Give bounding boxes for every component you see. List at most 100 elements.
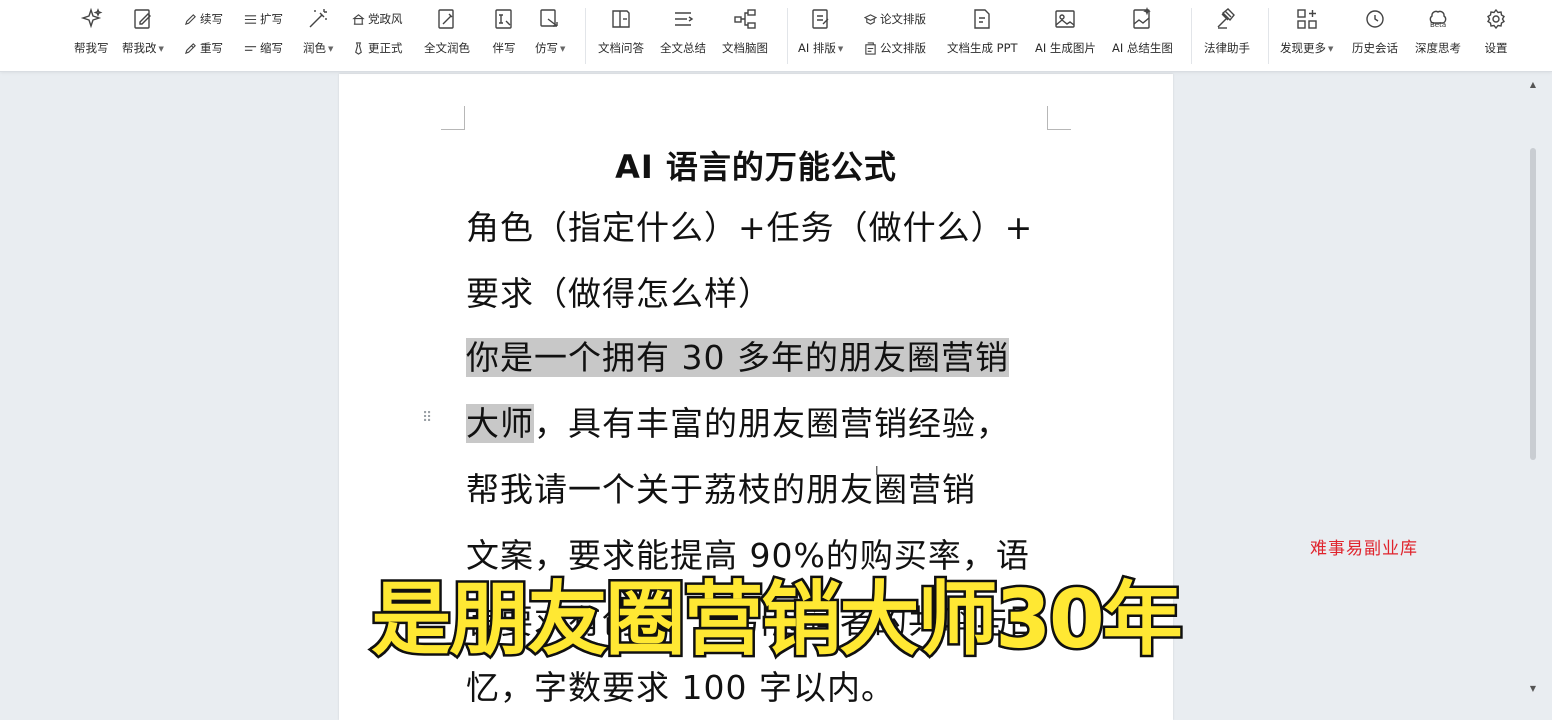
doc-wand-icon (434, 6, 460, 32)
thesis-layout-button[interactable]: 论文排版 (864, 11, 926, 27)
short-lines-icon (244, 45, 257, 51)
text-line: 帮我请一个关于荔枝的朋友圈营销 (466, 470, 976, 509)
discover-more-label: 发现更多 (1280, 41, 1326, 55)
doc-qa-button[interactable]: 文档问答 (598, 6, 644, 55)
book-chat-icon (608, 6, 634, 32)
continue-write-label: 续写 (200, 12, 223, 26)
polish-button[interactable]: 润色 ▼ (303, 6, 333, 56)
ai-image-label: AI 生成图片 (1035, 41, 1096, 55)
scrollbar-thumb[interactable] (1530, 148, 1536, 460)
toolbar-divider (1191, 8, 1192, 64)
page-margin-mark (441, 106, 465, 130)
full-summary-button[interactable]: 全文总结 (660, 6, 706, 55)
history-clock-icon (1362, 6, 1388, 32)
ai-summary-image-label: AI 总结生图 (1112, 41, 1173, 55)
grid-icon (1294, 6, 1320, 32)
selected-text[interactable]: 大师 (466, 404, 534, 443)
legal-assistant-button[interactable]: 法律助手 (1204, 6, 1250, 55)
graduation-cap-icon (864, 13, 877, 25)
summary-lines-icon (670, 6, 696, 32)
vertical-scrollbar[interactable]: ▲ ▼ (1524, 74, 1542, 720)
toolbar-divider (1268, 8, 1269, 64)
deep-think-button[interactable]: Beta 深度思考 (1415, 6, 1461, 55)
beta-badge: Beta (1430, 21, 1447, 29)
imitate-write-button[interactable]: 仿写 ▼ (535, 6, 565, 56)
rewrite-label: 重写 (200, 41, 223, 55)
full-summary-label: 全文总结 (660, 41, 706, 55)
doc-to-ppt-button[interactable]: 文档生成 PPT (947, 6, 1018, 55)
mindmap-icon (732, 6, 758, 32)
help-edit-button[interactable]: 帮我改 ▼ (122, 6, 164, 56)
imitate-write-label: 仿写 (535, 41, 558, 55)
doc-image-icon (1129, 6, 1155, 32)
lines-icon (244, 14, 257, 24)
chevron-down-icon: ▼ (1328, 44, 1334, 53)
text-cursor-icon: I (875, 464, 879, 478)
history-session-button[interactable]: 历史会话 (1352, 6, 1398, 55)
official-layout-button[interactable]: 公文排版 (864, 40, 926, 56)
history-session-label: 历史会话 (1352, 41, 1398, 55)
shorten-label: 缩写 (260, 41, 283, 55)
thesis-layout-label: 论文排版 (880, 12, 926, 26)
deep-think-label: 深度思考 (1415, 41, 1461, 55)
ai-layout-button[interactable]: AI 排版 ▼ (798, 6, 843, 56)
text-line: 角色（指定什么）+任务（做什么）+ (466, 208, 1034, 247)
expand-write-button[interactable]: 扩写 (244, 11, 283, 27)
doc-cursor-icon (491, 6, 517, 32)
video-subtitle: 是朋友圈营销大师30年 (369, 571, 1185, 669)
doc-layout-icon (808, 6, 834, 32)
doc-copy-icon (537, 6, 563, 32)
ai-summary-image-button[interactable]: AI 总结生图 (1112, 6, 1173, 55)
magic-wand-icon (305, 6, 331, 32)
page-margin-mark (1047, 106, 1071, 130)
expand-write-label: 扩写 (260, 12, 283, 26)
help-write-button[interactable]: 帮我写 (74, 6, 109, 55)
pencil-icon (184, 42, 196, 54)
tie-icon (355, 41, 362, 55)
drag-handle-icon[interactable]: ⠿ (422, 411, 434, 432)
settings-button[interactable]: 设置 (1483, 6, 1509, 55)
building-icon (352, 13, 365, 25)
brain-icon: Beta (1425, 6, 1451, 32)
party-style-label: 党政风 (368, 12, 403, 26)
watermark-text: 难事易副业库 (1310, 539, 1418, 559)
help-edit-label: 帮我改 (122, 41, 157, 55)
chevron-down-icon: ▼ (837, 44, 844, 53)
official-layout-label: 公文排版 (880, 41, 926, 55)
chevron-down-icon: ▼ (328, 44, 334, 53)
doc-qa-label: 文档问答 (598, 41, 644, 55)
official-doc-icon (865, 41, 876, 55)
companion-write-button[interactable]: 伴写 (491, 6, 517, 55)
ai-image-button[interactable]: AI 生成图片 (1035, 6, 1096, 55)
more-formal-button[interactable]: 更正式 (352, 40, 403, 56)
text-line: 要求（做得怎么样） (466, 274, 772, 313)
doc-mindmap-label: 文档脑图 (722, 41, 768, 55)
more-formal-label: 更正式 (368, 41, 403, 55)
companion-write-label: 伴写 (492, 41, 516, 55)
document-title[interactable]: AI 语言的万能公式 (339, 142, 1173, 188)
party-style-button[interactable]: 党政风 (352, 11, 403, 27)
help-write-label: 帮我写 (74, 41, 109, 55)
gavel-icon (1214, 6, 1240, 32)
doc-mindmap-button[interactable]: 文档脑图 (722, 6, 768, 55)
text-run: ，具有丰富的朋友圈营销经验， (534, 404, 1010, 443)
doc-to-ppt-label: 文档生成 PPT (947, 41, 1018, 55)
ai-layout-label: AI 排版 (798, 41, 836, 55)
chevron-down-icon: ▼ (560, 44, 566, 53)
paragraph-formula[interactable]: 角色（指定什么）+任务（做什么）+ 要求（做得怎么样） (466, 195, 1066, 327)
scroll-up-icon[interactable]: ▲ (1527, 80, 1539, 90)
toolbar-divider (585, 8, 586, 64)
gear-icon (1483, 6, 1509, 32)
rewrite-button[interactable]: 重写 (184, 40, 223, 56)
selected-text[interactable]: 你是一个拥有 30 多年的朋友圈营销 (466, 338, 1009, 377)
scroll-down-icon[interactable]: ▼ (1527, 684, 1539, 694)
pen-icon (184, 13, 196, 25)
toolbar-divider (787, 8, 788, 64)
chevron-down-icon: ▼ (158, 44, 164, 53)
continue-write-button[interactable]: 续写 (184, 11, 223, 27)
full-polish-button[interactable]: 全文润色 (424, 6, 470, 55)
discover-more-button[interactable]: 发现更多 ▼ (1280, 6, 1333, 56)
legal-assistant-label: 法律助手 (1204, 41, 1250, 55)
shorten-button[interactable]: 缩写 (244, 40, 283, 56)
ai-ribbon-toolbar: 帮我写 帮我改 ▼ 续写 扩写 重写 缩写 润色 ▼ 党政风 更正式 全文润色 … (0, 0, 1552, 72)
